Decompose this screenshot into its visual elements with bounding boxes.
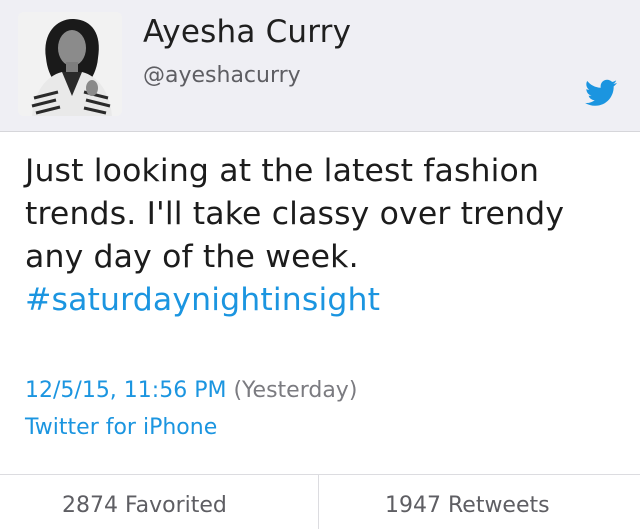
- tweet-body: Just looking at the latest fashion trend…: [25, 150, 625, 322]
- favorites-count[interactable]: 2874 Favorited: [62, 493, 227, 518]
- tweet-meta: 12/5/15, 11:56 PM (Yesterday): [25, 378, 357, 403]
- tweet-stats-bar: 2874 Favorited 1947 Retweets: [0, 474, 640, 529]
- relative-time: (Yesterday): [233, 378, 358, 403]
- display-name[interactable]: Ayesha Curry: [143, 14, 351, 50]
- stats-divider: [318, 475, 319, 529]
- tweet-header: Ayesha Curry @ayeshacurry: [0, 0, 640, 132]
- avatar[interactable]: [18, 12, 122, 116]
- hashtag-link[interactable]: #saturdaynightinsight: [25, 279, 625, 322]
- avatar-photo: [18, 12, 122, 116]
- username-handle[interactable]: @ayeshacurry: [143, 63, 301, 88]
- retweets-count[interactable]: 1947 Retweets: [385, 493, 550, 518]
- tweet-timestamp[interactable]: 12/5/15, 11:56 PM: [25, 378, 226, 403]
- twitter-bird-icon: [585, 79, 617, 106]
- tweet-text: Just looking at the latest fashion trend…: [25, 153, 565, 275]
- tweet-source-link[interactable]: Twitter for iPhone: [25, 415, 217, 440]
